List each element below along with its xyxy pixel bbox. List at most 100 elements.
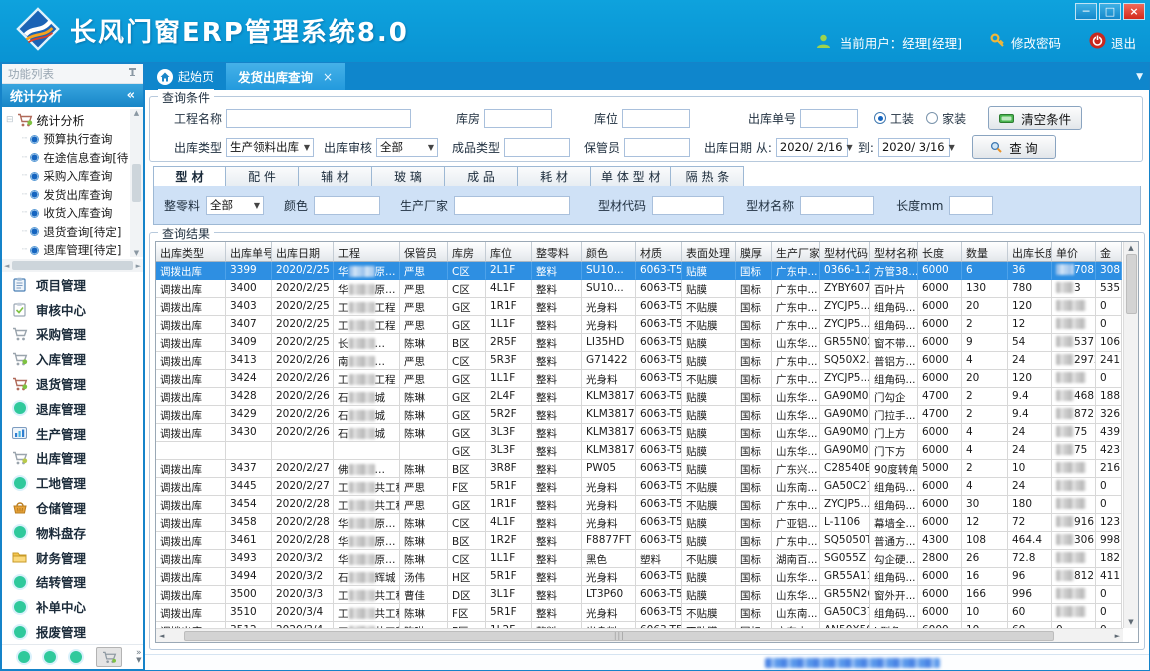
table-row[interactable]: 调拨出库34242020/2/26工工程严思G区1L1F整料光身料6063-T5… (156, 370, 1123, 388)
column-header-库位[interactable]: 库位 (486, 242, 532, 262)
sidebar-module-入库管理[interactable]: 入库管理 (2, 346, 143, 371)
column-header-型材名称[interactable]: 型材名称 (870, 242, 918, 262)
tree-vscroll-thumb[interactable] (132, 164, 141, 202)
maximize-button[interactable]: □ (1099, 3, 1121, 20)
column-header-工程[interactable]: 工程 (334, 242, 400, 262)
material-tab-隔热条[interactable]: 隔 热 条 (671, 166, 744, 187)
tab-close-icon[interactable]: × (323, 70, 333, 84)
column-header-库房[interactable]: 库房 (448, 242, 486, 262)
column-header-生产厂家[interactable]: 生产厂家 (772, 242, 820, 262)
tree-item-在途信息查询待[interactable]: ┈在途信息查询[待 (6, 149, 143, 168)
table-row[interactable]: 调拨出库35102020/3/4工共工程陈琳F区5R1F整料光身料6063-T5… (156, 604, 1123, 622)
scroll-up-icon[interactable]: ▲ (1128, 244, 1133, 252)
scroll-left-icon[interactable]: ◄ (159, 632, 164, 640)
order-no-input[interactable] (800, 109, 858, 128)
table-row[interactable]: G区3L3F整料KLM38176063-T5贴膜国标山东华...GA90M09.… (156, 442, 1123, 460)
length-input[interactable] (949, 196, 993, 215)
scroll-down-icon[interactable]: ▼ (1128, 618, 1133, 626)
sidebar-module-工地管理[interactable]: 工地管理 (2, 470, 143, 495)
pin-icon[interactable] (128, 67, 137, 81)
table-row[interactable]: 调拨出库34372020/2/27佛…陈琳B区3R8F整料PW056063-T5… (156, 460, 1123, 478)
column-header-数量[interactable]: 数量 (962, 242, 1008, 262)
color-input[interactable] (314, 196, 380, 215)
sidebar-module-仓储管理[interactable]: 仓储管理 (2, 495, 143, 520)
material-tab-辅材[interactable]: 辅 材 (299, 166, 372, 187)
factory-input[interactable] (454, 196, 570, 215)
date-from-select[interactable]: 2020/ 2/16▼ (776, 138, 848, 157)
column-header-金[interactable]: 金 (1096, 242, 1122, 262)
module-dot-icon[interactable] (44, 651, 56, 663)
cart-footer-button[interactable] (96, 647, 122, 667)
date-to-select[interactable]: 2020/ 3/16▼ (878, 138, 950, 157)
column-header-整零料[interactable]: 整零料 (532, 242, 582, 262)
warehouse-input[interactable] (484, 109, 552, 128)
tree-hscroll-thumb[interactable] (12, 261, 132, 270)
column-header-出库日期[interactable]: 出库日期 (272, 242, 334, 262)
scroll-right-icon[interactable]: ► (136, 262, 141, 270)
column-header-出库长度[interactable]: 出库长度 (1008, 242, 1052, 262)
tree-item-预算执行查询[interactable]: ┈预算执行查询 (6, 130, 143, 149)
tree-item-退库管理待定[interactable]: ┈退库管理[待定] (6, 241, 143, 259)
tree-item-发货出库查询[interactable]: ┈发货出库查询 (6, 186, 143, 205)
minimize-button[interactable]: ─ (1075, 3, 1097, 20)
table-row[interactable]: 调拨出库34132020/2/26南…严思C区5R3F整料G714226063-… (156, 352, 1123, 370)
module-dot-icon[interactable] (18, 651, 30, 663)
column-header-单价[interactable]: 单价 (1052, 242, 1096, 262)
module-dot-icon[interactable] (70, 651, 82, 663)
tree-expand-icon[interactable]: ⊟ (6, 115, 13, 125)
sidebar-more-button[interactable]: »▼ (136, 650, 142, 664)
logout-button[interactable]: 退出 (1089, 32, 1136, 52)
grid-horizontal-scrollbar[interactable]: ◄ ||| ► (156, 628, 1123, 642)
table-row[interactable]: 调拨出库34942020/3/2石辉城汤伟H区5R1F整料光身料6063-T5贴… (156, 568, 1123, 586)
sidebar-module-报废管理[interactable]: 报废管理 (2, 619, 143, 644)
table-row[interactable]: 调拨出库34452020/2/27工共工程严思F区5R1F整料光身料6063-T… (156, 478, 1123, 496)
sidebar-module-审核中心[interactable]: 审核中心 (2, 297, 143, 322)
material-tab-配件[interactable]: 配 件 (226, 166, 299, 187)
sidebar-module-采购管理[interactable]: 采购管理 (2, 322, 143, 347)
part-select[interactable]: 全部▼ (206, 196, 264, 215)
tree-horizontal-scrollbar[interactable]: ◄ ► (2, 259, 143, 272)
tab-list-dropdown-icon[interactable]: ▼ (1136, 72, 1143, 82)
table-row[interactable]: 调拨出库34032020/2/25工工程严思G区1R1F整料光身料6063-T5… (156, 298, 1123, 316)
radio-gongzhuang[interactable]: 工装 (874, 110, 914, 127)
material-tab-耗材[interactable]: 耗 材 (518, 166, 591, 187)
table-row[interactable]: 调拨出库33992020/2/25华原…严思C区2L1F整料SU10...606… (156, 262, 1123, 280)
keeper-input[interactable] (624, 138, 690, 157)
close-button[interactable]: × (1123, 3, 1145, 20)
column-header-型材代码[interactable]: 型材代码 (820, 242, 870, 262)
search-button[interactable]: 查 询 (972, 135, 1056, 159)
radio-jiazhuang[interactable]: 家装 (926, 110, 966, 127)
profile-code-input[interactable] (652, 196, 724, 215)
scroll-up-icon[interactable]: ▲ (134, 109, 139, 117)
grid-vscroll-thumb[interactable] (1126, 254, 1137, 314)
material-tab-型材[interactable]: 型 材 (153, 166, 226, 187)
grid-hscroll-thumb[interactable]: ||| (184, 631, 1054, 641)
clear-conditions-button[interactable]: 清空条件 (988, 106, 1082, 130)
tab-home[interactable]: 起始页 (145, 63, 226, 90)
scroll-down-icon[interactable]: ▼ (134, 249, 139, 257)
grid-vertical-scrollbar[interactable]: ▲ ▼ (1123, 242, 1138, 628)
tree-item-退货查询待定[interactable]: ┈退货查询[待定] (6, 223, 143, 242)
tab-shipping-outbound-query[interactable]: 发货出库查询 × (226, 63, 345, 90)
outbound-type-select[interactable]: 生产领料出库▼ (226, 138, 314, 157)
material-tab-单体型材[interactable]: 单 体 型 材 (591, 166, 671, 187)
scroll-left-icon[interactable]: ◄ (4, 262, 9, 270)
project-name-input[interactable] (226, 109, 411, 128)
column-header-保管员[interactable]: 保管员 (400, 242, 448, 262)
table-row[interactable]: 调拨出库34002020/2/25华原…严思C区4L1F整料SU10...606… (156, 280, 1123, 298)
tree-vertical-scrollbar[interactable]: ▲ ▼ (130, 109, 143, 257)
tree-item-采购入库查询[interactable]: ┈采购入库查询 (6, 167, 143, 186)
change-password-button[interactable]: 修改密码 (990, 33, 1061, 52)
location-input[interactable] (622, 109, 690, 128)
tree-root-statistics[interactable]: ⊟统计分析 (6, 110, 143, 130)
table-row[interactable]: 调拨出库35002020/3/3工共工程曹佳D区3L1F整料LT3P606063… (156, 586, 1123, 604)
column-header-长度[interactable]: 长度 (918, 242, 962, 262)
material-tab-成品[interactable]: 成 品 (445, 166, 518, 187)
sidebar-module-补单中心[interactable]: 补单中心 (2, 594, 143, 619)
profile-name-input[interactable] (800, 196, 874, 215)
sidebar-section-statistics[interactable]: 统计分析 « (2, 84, 143, 107)
column-header-表面处理[interactable]: 表面处理 (682, 242, 736, 262)
table-row[interactable]: 调拨出库34092020/2/25长…陈琳B区2R5F整料LI35HD6063-… (156, 334, 1123, 352)
sidebar-module-生产管理[interactable]: 生产管理 (2, 421, 143, 446)
column-header-膜厚[interactable]: 膜厚 (736, 242, 772, 262)
